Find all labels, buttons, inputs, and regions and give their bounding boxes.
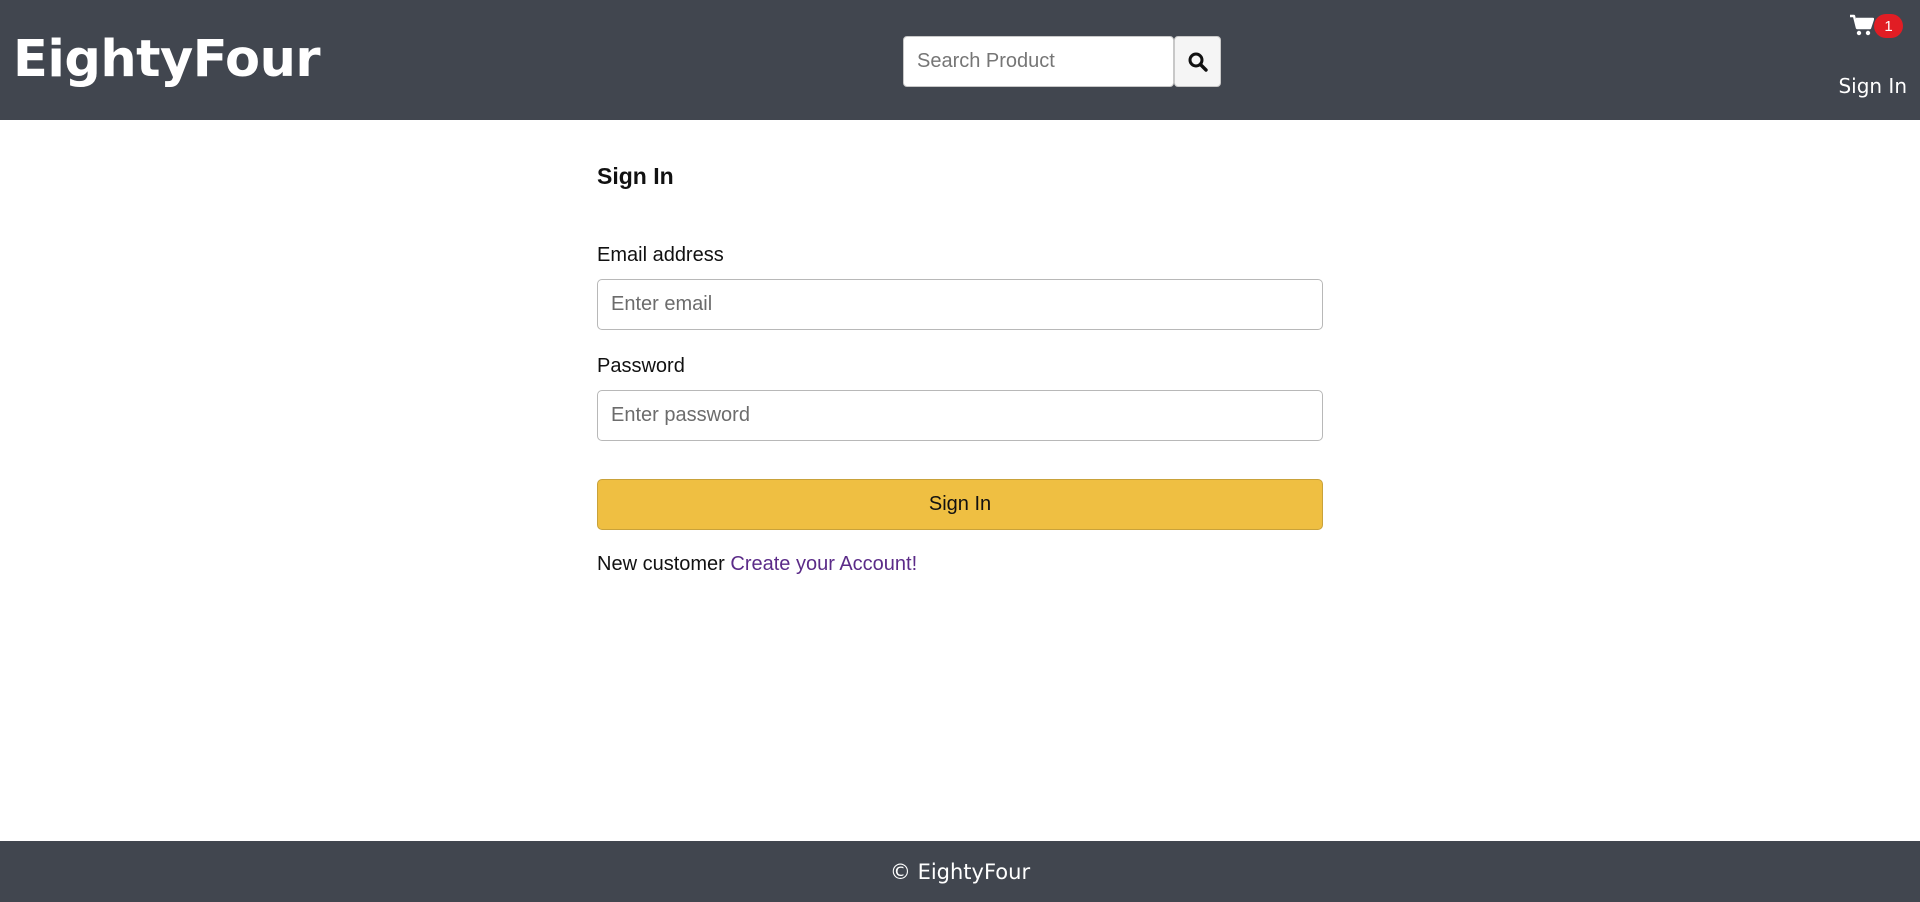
email-label: Email address — [597, 244, 724, 266]
email-field[interactable] — [597, 279, 1323, 330]
cart-count-badge: 1 — [1874, 14, 1903, 38]
footer-copyright: © EightyFour — [889, 859, 1031, 884]
search-button[interactable] — [1174, 36, 1221, 87]
register-prompt-text: New customer — [597, 553, 725, 575]
create-account-link[interactable]: Create your Account! — [730, 553, 917, 575]
password-label: Password — [597, 355, 685, 377]
signin-submit-button[interactable]: Sign In — [597, 479, 1323, 530]
register-prompt: New customer Create your Account! — [597, 553, 917, 576]
page-title: Sign In — [597, 163, 674, 189]
cart-icon — [1850, 14, 1874, 36]
top-navbar: EightyFour 1 Sign In — [0, 0, 1920, 120]
search-input[interactable] — [903, 36, 1174, 87]
brand-logo[interactable]: EightyFour — [13, 30, 321, 89]
nav-signin-link[interactable]: Sign In — [1838, 74, 1907, 98]
footer: © EightyFour — [0, 841, 1920, 902]
password-field[interactable] — [597, 390, 1323, 441]
cart-button[interactable]: 1 — [1850, 12, 1904, 40]
search-icon — [1188, 52, 1208, 72]
